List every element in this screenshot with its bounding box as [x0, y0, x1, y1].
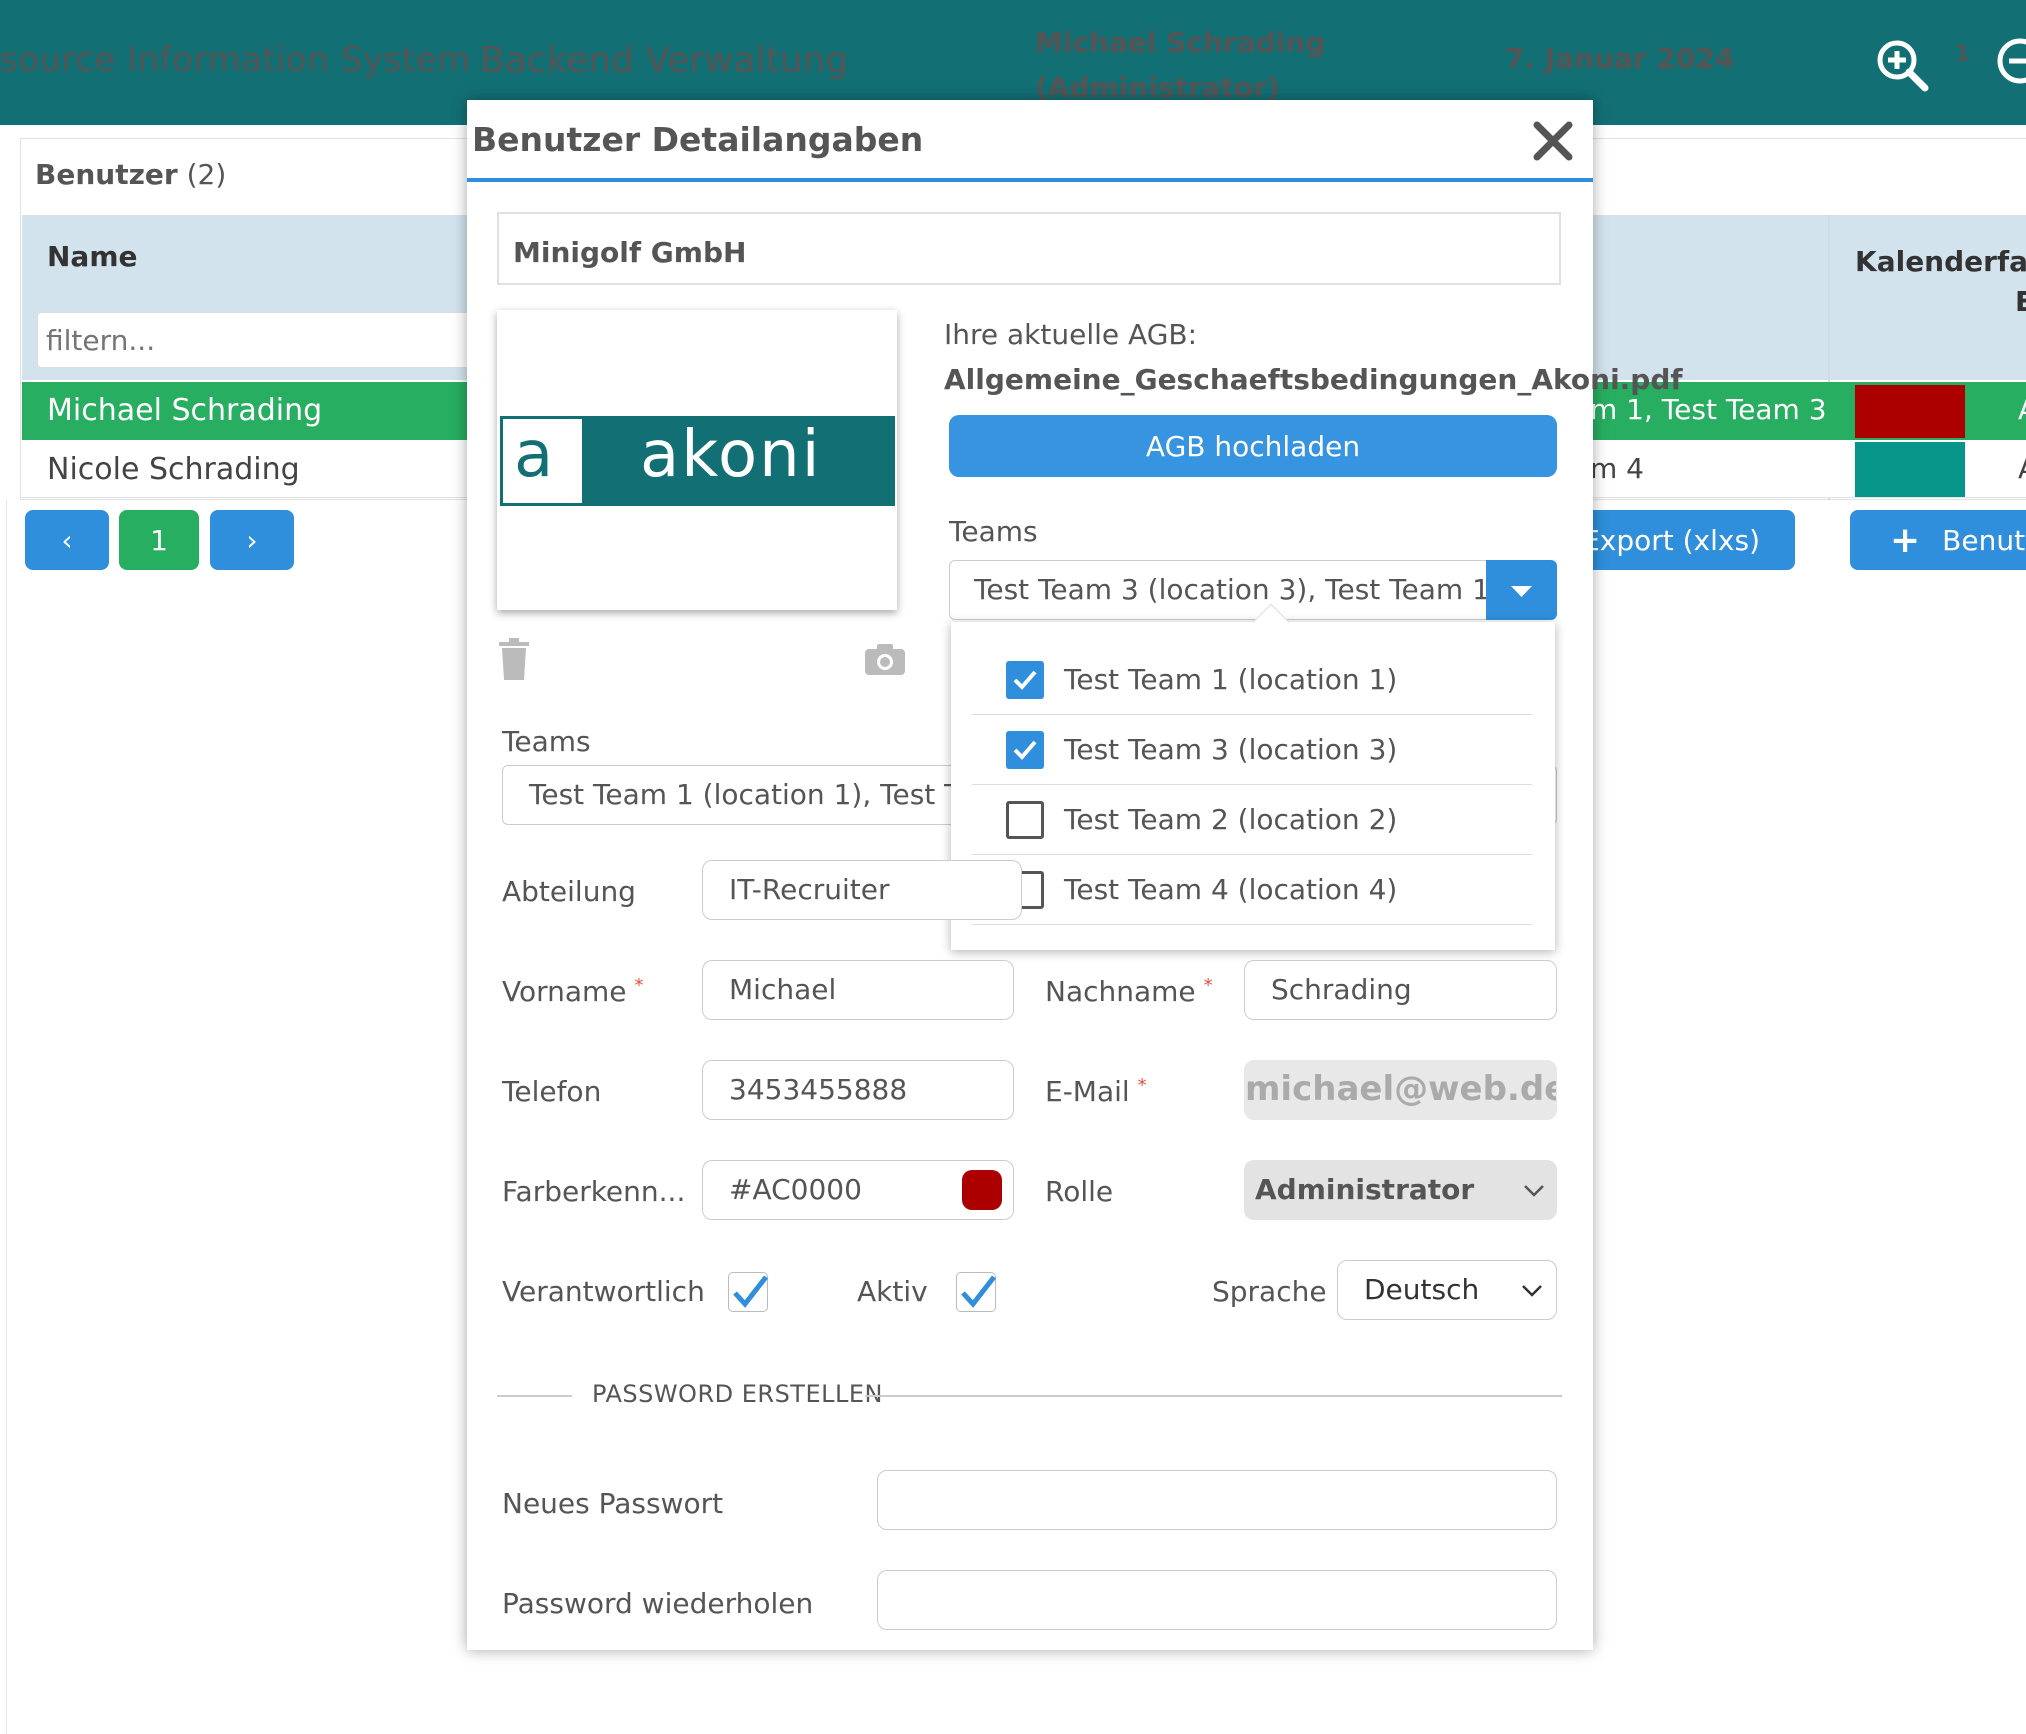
chevron-down-icon	[1522, 1285, 1542, 1297]
company-name: Minigolf GmbH	[497, 212, 1561, 285]
pagination-prev-button[interactable]: ‹	[25, 510, 109, 570]
telefon-label: Telefon	[502, 1075, 602, 1108]
checkbox-checked-icon[interactable]	[1006, 730, 1044, 769]
vorname-input[interactable]: Michael	[702, 960, 1014, 1020]
checkmark-icon	[733, 1275, 768, 1308]
teams-label: Teams	[502, 725, 591, 758]
password-section-title: PASSWORD ERSTELLEN	[592, 1380, 883, 1408]
pagination-page-button[interactable]: 1	[119, 510, 199, 570]
modal-title: Benutzer Detailangaben	[472, 120, 924, 159]
row-extra: A	[2018, 393, 2026, 426]
new-password-label: Neues Passwort	[502, 1487, 724, 1520]
row-name: Michael Schrading	[47, 393, 323, 428]
dropdown-option-label: Test Team 4 (location 4)	[1064, 873, 1398, 906]
backend-title: Backend Verwaltung	[480, 40, 849, 81]
camera-icon[interactable]	[864, 642, 906, 676]
checkbox-checked-icon[interactable]	[1006, 660, 1044, 699]
dropdown-option[interactable]: Test Team 4 (location 4)	[972, 855, 1532, 925]
row-extra: A	[2018, 452, 2026, 485]
new-password-input[interactable]	[877, 1470, 1557, 1530]
panel-title: Benutzer (2)	[35, 158, 227, 191]
left-divider	[6, 500, 7, 1734]
app-title: source Information System	[0, 40, 471, 80]
agb-upload-button[interactable]: AGB hochladen	[949, 415, 1557, 477]
dropdown-option[interactable]: Test Team 2 (location 2)	[972, 785, 1532, 855]
row-color-swatch	[1855, 385, 1965, 438]
row-name: Nicole Schrading	[47, 452, 300, 487]
dropdown-option-label: Test Team 3 (location 3)	[1064, 733, 1398, 766]
column-header-kalender-sub: E	[2015, 285, 2026, 318]
trash-icon[interactable]	[497, 638, 531, 680]
aktiv-label: Aktiv	[857, 1275, 928, 1308]
abteilung-input[interactable]: IT-Recruiter	[702, 860, 1022, 920]
current-user[interactable]: Michael Schrading (Administrator)	[1035, 20, 1325, 110]
zoom-level: 1	[1955, 42, 1971, 67]
header-date: 7. Januar 2024	[1505, 42, 1735, 75]
teams-select-input[interactable]: Test Team 3 (location 3), Test Team 1	[949, 560, 1494, 620]
email-input: michael@web.de	[1244, 1060, 1557, 1120]
column-header-name[interactable]: Name	[47, 240, 138, 273]
farbkennung-label: Farberkenn...	[502, 1175, 686, 1208]
nachname-input[interactable]: Schrading	[1244, 960, 1557, 1020]
logo-letter: a	[514, 418, 554, 492]
required-mark: *	[634, 975, 644, 996]
dropdown-option[interactable]: Test Team 1 (location 1)	[972, 645, 1532, 715]
dropdown-option[interactable]: Test Team 3 (location 3)	[972, 715, 1532, 785]
dropdown-option-label: Test Team 1 (location 1)	[1064, 663, 1398, 696]
checkmark-icon	[961, 1275, 996, 1308]
abteilung-label: Abteilung	[502, 875, 636, 908]
rolle-label: Rolle	[1045, 1175, 1114, 1208]
column-header-kalender[interactable]: Kalenderfa	[1855, 245, 2026, 278]
chevron-down-icon	[1524, 1185, 1544, 1197]
checkbox-unchecked-icon[interactable]	[1006, 800, 1044, 839]
teams-dropdown-label: Teams	[949, 515, 1038, 548]
row-teams: m 4	[1590, 452, 1644, 485]
row-teams: m 1, Test Team 3	[1590, 393, 1827, 426]
divider	[497, 1395, 572, 1397]
nachname-label: Nachname *	[1045, 975, 1213, 1008]
add-user-label: Benutz	[1942, 523, 2026, 557]
pagination-next-button[interactable]: ›	[210, 510, 294, 570]
chevron-down-icon[interactable]	[1486, 560, 1557, 620]
rolle-select[interactable]: Administrator	[1244, 1160, 1557, 1220]
verantwortlich-checkbox[interactable]	[728, 1272, 768, 1312]
export-button[interactable]: Export (xlxs)	[1570, 510, 1795, 570]
repeat-password-label: Password wiederholen	[502, 1587, 814, 1620]
aktiv-checkbox[interactable]	[956, 1272, 996, 1312]
telefon-input[interactable]: 3453455888	[702, 1060, 1014, 1120]
divider	[865, 1395, 1562, 1397]
sprache-label: Sprache	[1212, 1275, 1327, 1308]
vorname-label: Vorname *	[502, 975, 644, 1008]
plus-icon: +	[1890, 519, 1921, 561]
verantwortlich-label: Verantwortlich	[502, 1275, 705, 1308]
repeat-password-input[interactable]	[877, 1570, 1557, 1630]
color-picker-swatch[interactable]	[962, 1170, 1002, 1210]
logo-text: akoni	[640, 418, 822, 492]
email-label: E-Mail *	[1045, 1075, 1147, 1108]
current-user-name: Michael Schrading	[1035, 26, 1326, 59]
zoom-in-icon[interactable]	[1875, 38, 1929, 92]
agb-label: Ihre aktuelle AGB:	[944, 318, 1198, 351]
row-color-swatch	[1855, 442, 1965, 497]
agb-file-name[interactable]: Allgemeine_Geschaeftsbedingungen_Akoni.p…	[944, 363, 1683, 396]
add-user-button[interactable]: + Benutz	[1850, 510, 2026, 570]
logout-icon[interactable]	[1995, 36, 2026, 86]
required-mark: *	[1203, 975, 1213, 996]
modal-title-underline	[467, 178, 1593, 182]
required-mark: *	[1137, 1075, 1147, 1096]
close-icon[interactable]	[1530, 118, 1576, 164]
user-count: (2)	[186, 158, 227, 191]
name-filter-input[interactable]	[37, 312, 507, 368]
dropdown-option-label: Test Team 2 (location 2)	[1064, 803, 1398, 836]
